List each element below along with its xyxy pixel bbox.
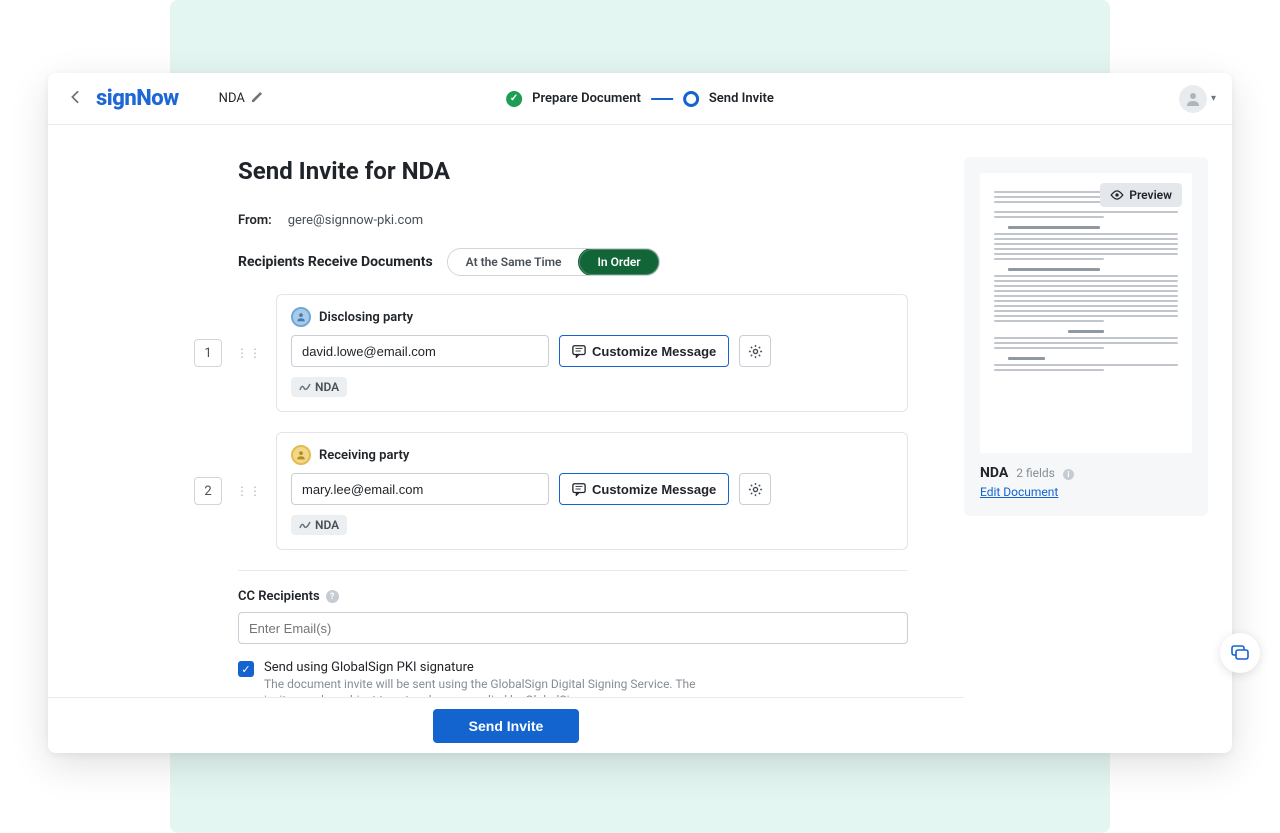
logo: signNow bbox=[96, 86, 179, 111]
app-window: signNow NDA ✓ Prepare Document Send Invi… bbox=[48, 73, 1232, 753]
eye-icon bbox=[1110, 190, 1124, 200]
document-thumbnail: Preview bbox=[980, 173, 1192, 453]
toggle-in-order[interactable]: In Order bbox=[578, 248, 659, 276]
cc-label-text: CC Recipients bbox=[238, 589, 320, 604]
customize-message-button[interactable]: Customize Message bbox=[559, 335, 729, 367]
step-prepare-label: Prepare Document bbox=[532, 91, 641, 106]
message-icon bbox=[572, 344, 586, 358]
preview-doc-name: NDA bbox=[980, 465, 1008, 481]
back-button[interactable] bbox=[64, 85, 86, 112]
from-row: From: gere@signnow-pki.com bbox=[238, 213, 908, 228]
gear-icon bbox=[748, 482, 763, 497]
step-done-icon: ✓ bbox=[506, 91, 522, 107]
info-icon[interactable]: i bbox=[1063, 469, 1074, 480]
recipient-email-input[interactable] bbox=[291, 473, 549, 505]
drag-handle-icon[interactable]: ⋮⋮ bbox=[236, 484, 262, 498]
recipient-settings-button[interactable] bbox=[739, 335, 771, 367]
role-name: Disclosing party bbox=[319, 310, 413, 325]
customize-message-button[interactable]: Customize Message bbox=[559, 473, 729, 505]
person-icon bbox=[291, 445, 311, 465]
recipient-settings-button[interactable] bbox=[739, 473, 771, 505]
action-bar: Send Invite bbox=[48, 697, 964, 753]
step-connector bbox=[651, 98, 673, 100]
recipient-card: Disclosing party Customize Message bbox=[276, 294, 908, 412]
avatar bbox=[1179, 85, 1207, 113]
tag-label: NDA bbox=[315, 380, 339, 394]
recipients-order-row: Recipients Receive Documents At the Same… bbox=[238, 248, 908, 276]
pki-label: Send using GlobalSign PKI signature bbox=[264, 660, 714, 675]
send-invite-button[interactable]: Send Invite bbox=[433, 709, 580, 743]
page-title: Send Invite for NDA bbox=[238, 157, 908, 185]
person-icon bbox=[291, 307, 311, 327]
preview-fields-count: 2 fields bbox=[1016, 466, 1055, 480]
pki-checkbox[interactable]: ✓ bbox=[238, 661, 254, 677]
recipient-email-input[interactable] bbox=[291, 335, 549, 367]
recipient-block: 1 ⋮⋮ Disclosing party Customize Message bbox=[238, 294, 908, 412]
drag-handle-icon[interactable]: ⋮⋮ bbox=[236, 346, 262, 360]
chevron-down-icon: ▾ bbox=[1211, 93, 1216, 104]
info-icon[interactable]: ? bbox=[326, 590, 339, 603]
step-current-icon bbox=[683, 91, 699, 107]
user-menu[interactable]: ▾ bbox=[1179, 85, 1216, 113]
recipient-card: Receiving party Customize Message bbox=[276, 432, 908, 550]
doc-meta: NDA 2 fields i bbox=[980, 465, 1192, 481]
cc-label: CC Recipients ? bbox=[238, 589, 908, 604]
edit-doc-name-icon[interactable] bbox=[251, 92, 262, 106]
signature-icon bbox=[299, 381, 311, 393]
main-content: Send Invite for NDA From: gere@signnow-p… bbox=[48, 125, 964, 753]
edit-document-link[interactable]: Edit Document bbox=[980, 485, 1058, 499]
role-name: Receiving party bbox=[319, 448, 409, 463]
signature-icon bbox=[299, 519, 311, 531]
order-number: 1 bbox=[194, 339, 222, 367]
recipients-label: Recipients Receive Documents bbox=[238, 254, 433, 270]
preview-panel: Preview NDA 2 fields i bbox=[964, 157, 1208, 516]
order-toggle: At the Same Time In Order bbox=[447, 248, 660, 276]
tag-label: NDA bbox=[315, 518, 339, 532]
from-email: gere@signnow-pki.com bbox=[288, 213, 423, 228]
document-tag: NDA bbox=[291, 377, 347, 397]
document-name-text: NDA bbox=[219, 91, 245, 106]
toggle-same-time[interactable]: At the Same Time bbox=[448, 249, 580, 275]
step-send-label: Send Invite bbox=[709, 91, 774, 106]
cc-input[interactable] bbox=[238, 612, 908, 644]
message-icon bbox=[572, 482, 586, 496]
divider bbox=[238, 570, 908, 571]
document-name: NDA bbox=[219, 91, 262, 106]
gear-icon bbox=[748, 344, 763, 359]
from-label: From: bbox=[238, 213, 272, 228]
progress-steps: ✓ Prepare Document Send Invite bbox=[506, 91, 774, 107]
chat-icon bbox=[1230, 643, 1250, 663]
recipient-block: 2 ⋮⋮ Receiving party Customize Message bbox=[238, 432, 908, 550]
topbar: signNow NDA ✓ Prepare Document Send Invi… bbox=[48, 73, 1232, 125]
customize-message-label: Customize Message bbox=[592, 482, 716, 497]
customize-message-label: Customize Message bbox=[592, 344, 716, 359]
preview-button[interactable]: Preview bbox=[1100, 183, 1182, 207]
chat-fab[interactable] bbox=[1220, 633, 1260, 673]
sidebar: Preview NDA 2 fields i bbox=[964, 125, 1232, 753]
order-number: 2 bbox=[194, 477, 222, 505]
document-tag: NDA bbox=[291, 515, 347, 535]
preview-button-label: Preview bbox=[1129, 188, 1172, 202]
